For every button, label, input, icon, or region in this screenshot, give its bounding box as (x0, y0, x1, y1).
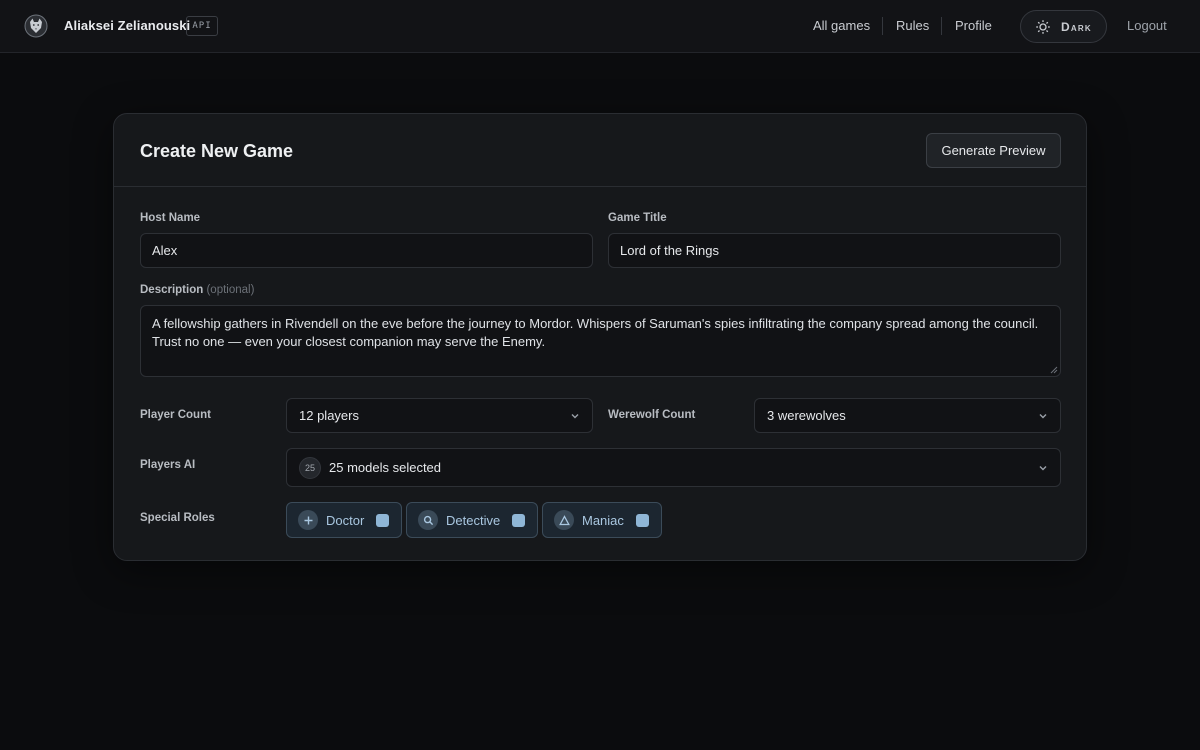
nav-divider (941, 17, 942, 35)
chevron-down-icon (1039, 465, 1047, 470)
page-title: Create New Game (140, 141, 294, 161)
models-count-badge: 25 (299, 456, 321, 479)
user-name: Aliaksei Zelianouski (64, 18, 191, 33)
role-label: Doctor (326, 512, 365, 528)
werewolf-count-select[interactable]: 3 werewolves (754, 398, 1061, 433)
werewolf-count-label: Werewolf Count (608, 409, 696, 421)
werewolf-count-value: 3 werewolves (767, 408, 846, 423)
role-checkbox[interactable] (512, 513, 526, 527)
players-ai-select[interactable]: 25 25 models selected (286, 448, 1061, 487)
nav-link-all-games[interactable]: All games (813, 18, 870, 33)
host-name-input[interactable] (140, 233, 593, 268)
api-badge[interactable]: API (186, 16, 218, 36)
role-label: Maniac (582, 512, 624, 528)
host-name-label: Host Name (140, 212, 201, 224)
top-navigation-bar: Aliaksei Zelianouski API All games Rules… (0, 0, 1200, 53)
role-checkbox[interactable] (376, 513, 390, 527)
theme-label: Dark (1061, 19, 1092, 34)
nav-link-rules[interactable]: Rules (896, 18, 929, 33)
logout-link[interactable]: Logout (1127, 18, 1167, 33)
role-checkbox[interactable] (635, 513, 649, 527)
special-roles-label: Special Roles (140, 512, 215, 524)
role-chip-maniac[interactable]: Maniac (542, 502, 662, 538)
role-chip-detective[interactable]: Detective (406, 502, 539, 538)
description-textarea[interactable]: A fellowship gathers in Rivendell on the… (140, 305, 1061, 377)
players-ai-value-group: 25 25 models selected (299, 456, 442, 479)
nav-link-profile[interactable]: Profile (955, 18, 992, 33)
card-header: Create New Game Generate Preview (114, 114, 1086, 187)
player-count-value: 12 players (299, 408, 359, 423)
create-game-card: Create New Game Generate Preview Host Na… (113, 113, 1087, 561)
role-chip-doctor[interactable]: Doctor (286, 502, 403, 538)
generate-preview-button[interactable]: Generate Preview (926, 133, 1061, 168)
game-title-label: Game Title (608, 212, 667, 224)
sun-icon (1036, 19, 1050, 34)
description-label-text: Description (140, 284, 204, 296)
triangle-icon (554, 510, 574, 530)
search-icon (418, 510, 438, 530)
chevron-down-icon (1039, 413, 1047, 418)
players-ai-value: 25 models selected (329, 460, 442, 475)
description-label: Description (optional) (140, 284, 254, 296)
nav-divider (882, 17, 883, 35)
resize-grip-icon[interactable] (1050, 366, 1058, 374)
plus-icon (298, 510, 318, 530)
theme-toggle-button[interactable]: Dark (1020, 10, 1107, 43)
chevron-down-icon (571, 413, 579, 418)
wolf-logo-icon[interactable] (24, 14, 48, 38)
optional-hint: (optional) (206, 284, 255, 296)
player-count-select[interactable]: 12 players (286, 398, 593, 433)
role-label: Detective (446, 512, 501, 528)
game-title-input[interactable] (608, 233, 1061, 268)
players-ai-label: Players AI (140, 459, 196, 471)
player-count-label: Player Count (140, 409, 211, 421)
